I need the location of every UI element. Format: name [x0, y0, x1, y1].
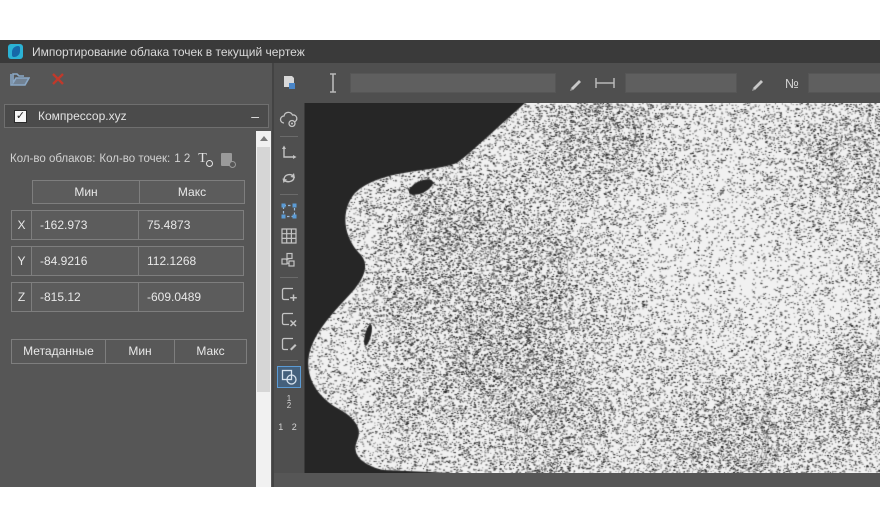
remove-cloud-button[interactable] [47, 69, 69, 89]
clip-shapes-icon [280, 368, 298, 386]
pencil-icon [567, 74, 585, 92]
points-count-label: Кол-во точек: [99, 153, 170, 165]
axis-label-z: Z [11, 282, 32, 312]
points-count-value: 1 2 [174, 153, 190, 165]
number-sign-label: № [785, 76, 799, 91]
number-value-input[interactable] [808, 73, 880, 93]
edit-region-icon [280, 335, 298, 353]
metadata-min-header[interactable]: Мин [105, 339, 175, 364]
point-cloud-viewport[interactable] [305, 103, 880, 473]
toolbar-separator [280, 360, 298, 361]
metadata-table-header: Метаданные Мин Макс [11, 339, 272, 364]
structure-fitting-icon [280, 252, 298, 270]
z-min-value: -815.12 [31, 282, 139, 312]
x-min-value: -162.973 [31, 210, 139, 240]
y-min-value: -84.9216 [31, 246, 139, 276]
grid-button[interactable] [277, 225, 301, 247]
add-region-button[interactable] [277, 283, 301, 305]
scrollbar-thumb[interactable] [257, 147, 270, 392]
width-value-input[interactable] [625, 73, 737, 93]
numbering-inline-button[interactable]: 1 2 [277, 416, 301, 438]
clip-shapes-button[interactable] [277, 366, 301, 388]
text-cursor-button[interactable] [326, 72, 340, 94]
annotation-toolbar: № [274, 63, 880, 103]
ucs-axes-icon [280, 144, 298, 162]
cloud-stats-line: Кол-во облаков: Кол-во точек: 1 2 T [10, 151, 272, 167]
y-max-value: 112.1268 [138, 246, 244, 276]
page-overlay-icon[interactable] [221, 153, 232, 166]
scroll-up-button[interactable] [256, 131, 271, 146]
bounds-table-header: Мин Макс [32, 180, 272, 204]
edit-region-button[interactable] [277, 333, 301, 355]
z-max-value: -609.0489 [138, 282, 244, 312]
paste-icon [280, 74, 298, 92]
edit-text-button[interactable] [567, 74, 585, 92]
import-point-cloud-dialog: Импортирование облака точек в текущий че… [0, 40, 880, 487]
panel-scrollbar[interactable] [256, 131, 271, 487]
inline-numbers-label: 1 2 [278, 422, 300, 432]
point-cloud-settings-button[interactable] [277, 109, 301, 131]
point-cloud-panel: ✓ Компрессор.xyz – Кол-во облаков: Кол-в… [0, 63, 272, 487]
text-cursor-icon [326, 72, 340, 94]
clouds-count-label: Кол-во облаков: [10, 153, 95, 165]
open-file-button[interactable] [9, 69, 31, 89]
metadata-max-header[interactable]: Макс [174, 339, 247, 364]
table-row: Z -815.12 -609.0489 [11, 282, 272, 312]
axis-label-y: Y [11, 246, 32, 276]
column-header-max: Макс [139, 180, 245, 204]
axis-label-x: X [11, 210, 32, 240]
selection-area-icon [280, 202, 298, 220]
width-button[interactable] [593, 75, 617, 91]
table-row: X -162.973 75.4873 [11, 210, 272, 240]
bounds-table: Мин Макс X -162.973 75.4873 Y -84.9216 1… [11, 180, 272, 312]
edit-number-button[interactable] [749, 74, 767, 92]
remove-x-icon [51, 72, 65, 86]
window-bottom-strip [274, 473, 880, 487]
ucs-axes-button[interactable] [277, 142, 301, 164]
rotate-view-icon [280, 169, 298, 187]
app-logo-icon [8, 44, 23, 59]
text-value-input[interactable] [350, 73, 556, 93]
point-cloud-settings-icon [279, 111, 299, 129]
viewport-container [304, 103, 880, 473]
metadata-column-header[interactable]: Метаданные [11, 339, 106, 364]
cloud-item-header[interactable]: ✓ Компрессор.xyz – [4, 104, 269, 128]
panel-toolbar [0, 63, 272, 95]
title-bar: Импортирование облака точек в текущий че… [0, 40, 880, 63]
drawing-area: № [272, 63, 880, 487]
delete-region-button[interactable] [277, 308, 301, 330]
toolbar-separator [280, 194, 298, 195]
paste-button[interactable] [280, 74, 298, 92]
toolbar-separator [280, 136, 298, 137]
table-row: Y -84.9216 112.1268 [11, 246, 272, 276]
stacked-two-label: 2 [287, 401, 291, 410]
column-header-min: Мин [32, 180, 140, 204]
folder-open-icon [10, 71, 30, 87]
structure-fitting-button[interactable] [277, 250, 301, 272]
x-max-value: 75.4873 [138, 210, 244, 240]
cloud-file-name: Компрессор.xyz [38, 109, 127, 123]
toolbar-separator [280, 277, 298, 278]
rotate-view-button[interactable] [277, 167, 301, 189]
pencil-icon [749, 74, 767, 92]
text-overlay-icon[interactable]: T [198, 151, 207, 167]
point-cloud-toolbar: 1 2 1 2 [274, 103, 304, 473]
delete-region-icon [280, 310, 298, 328]
add-region-icon [280, 285, 298, 303]
width-beam-icon [593, 75, 617, 91]
window-title: Импортирование облака точек в текущий че… [32, 45, 305, 59]
collapse-button[interactable]: – [251, 108, 259, 124]
selection-area-button[interactable] [277, 200, 301, 222]
cloud-visible-checkbox[interactable]: ✓ [14, 110, 27, 123]
numbering-stacked-button[interactable]: 1 2 [277, 391, 301, 413]
grid-icon [280, 227, 298, 245]
